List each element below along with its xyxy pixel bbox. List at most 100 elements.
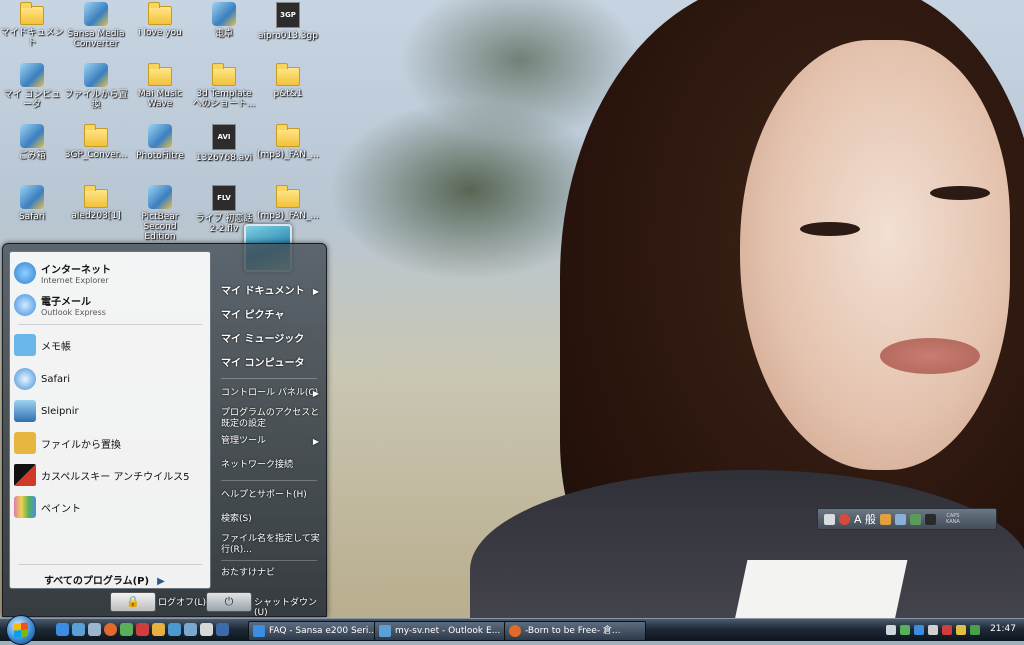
desktop-icon[interactable]: AVI 1326768.avi xyxy=(192,124,256,182)
tools-icon[interactable] xyxy=(895,513,907,525)
ime-icon[interactable] xyxy=(839,513,850,525)
start-link-control-panel[interactable]: コントロール パネル(C) ▶ xyxy=(221,388,321,399)
desktop-icon[interactable]: (mp3)_FAN_... xyxy=(256,124,320,182)
tray-antivirus-icon[interactable] xyxy=(942,625,952,635)
start-link-my-music[interactable]: マイ ミュージック xyxy=(221,334,321,345)
start-link-recommended[interactable]: おたすけナビ xyxy=(221,568,321,579)
start-link-my-computer[interactable]: マイ コンピュータ xyxy=(221,358,321,369)
taskbar-button-faq[interactable]: FAQ - Sansa e200 Seri... xyxy=(248,621,388,641)
desktop-icon-label: ファイルから置換 xyxy=(64,90,128,110)
quicklaunch-desktop-icon[interactable] xyxy=(88,623,101,636)
file-type-badge: FLV xyxy=(217,194,231,202)
keyboard-icon[interactable] xyxy=(824,513,835,525)
start-link-run[interactable]: ファイル名を指定して実行(R)... xyxy=(221,534,321,556)
start-item-title: メモ帳 xyxy=(41,341,71,353)
start-link-label: ファイル名を指定して実行(R)... xyxy=(221,534,320,555)
start-link-my-pictures[interactable]: マイ ピクチャ xyxy=(221,310,321,321)
start-link-my-documents[interactable]: マイ ドキュメント ▶ xyxy=(221,286,321,297)
input-mode-label[interactable]: A 般 xyxy=(854,511,876,527)
ime-language-bar[interactable]: A 般 CAPS KANA xyxy=(817,508,997,530)
start-item-notepad[interactable]: メモ帳 xyxy=(14,330,204,360)
tray-app-icon[interactable] xyxy=(914,625,924,635)
task-label: FAQ - Sansa e200 Seri... xyxy=(269,626,378,636)
desktop-icon[interactable]: 3d Template へのショート... xyxy=(192,63,256,121)
start-item-safari[interactable]: Safari xyxy=(14,364,204,394)
desktop-icon[interactable]: aled203[1] xyxy=(64,185,128,243)
wallpaper-lips xyxy=(880,338,980,374)
quicklaunch-app-icon[interactable] xyxy=(216,623,229,636)
all-programs-button[interactable]: すべてのプログラム(P) ▶ xyxy=(44,572,165,587)
start-link-admin-tools[interactable]: 管理ツール ▶ xyxy=(221,436,321,447)
start-item-kaspersky[interactable]: カスペルスキー アンチウイルス5 xyxy=(14,460,204,490)
desktop-icon[interactable]: マイ コンピュータ xyxy=(0,63,64,121)
tray-app-icon[interactable] xyxy=(900,625,910,635)
desktop-icon[interactable]: p&t&1 xyxy=(256,63,320,121)
desktop-icon[interactable]: PhotoFiltre xyxy=(128,124,192,182)
desktop-icon[interactable]: マイドキュメント xyxy=(0,2,64,60)
tray-network-icon[interactable] xyxy=(928,625,938,635)
quicklaunch-app-icon[interactable] xyxy=(168,623,181,636)
quicklaunch-folder-icon[interactable] xyxy=(152,623,165,636)
start-item-subtitle: Outlook Express xyxy=(41,308,106,317)
start-link-search[interactable]: 検索(S) xyxy=(221,514,321,525)
taskbar-button-outlook[interactable]: my-sv.net - Outlook E... xyxy=(374,621,518,641)
desktop-icon[interactable]: Mai Music Wave xyxy=(128,63,192,121)
start-link-program-access[interactable]: プログラムのアクセスと既定の設定 xyxy=(221,408,321,430)
quicklaunch-app-icon[interactable] xyxy=(200,623,213,636)
application-icon xyxy=(148,124,172,148)
quicklaunch-app-icon[interactable] xyxy=(184,623,197,636)
start-item-title: ペイント xyxy=(41,503,81,515)
application-icon xyxy=(148,185,172,209)
power-icon: ⏻ xyxy=(224,595,234,608)
start-link-label: マイ コンピュータ xyxy=(221,358,305,369)
shutdown-button[interactable]: ⏻ xyxy=(206,592,252,612)
desktop-icon[interactable]: 電卓 xyxy=(192,2,256,60)
quicklaunch-firefox-icon[interactable] xyxy=(104,623,117,636)
dictionary-icon[interactable] xyxy=(880,513,892,525)
desktop-icon-label: i love you xyxy=(138,28,182,38)
desktop-icon[interactable]: Sansa Media Converter xyxy=(64,2,128,60)
desktop-icon-label: (mp3)_FAN_... xyxy=(256,150,320,160)
taskbar-clock[interactable]: 21:47 xyxy=(990,624,1016,634)
desktop-icon-label: p&t&1 xyxy=(273,89,303,99)
wallpaper-eye xyxy=(800,222,860,236)
desktop-icon[interactable]: 3GP aipro013.3gp xyxy=(256,2,320,60)
start-item-paint[interactable]: ペイント xyxy=(14,492,204,522)
application-icon xyxy=(20,185,44,209)
desktop-icon[interactable]: Safari xyxy=(0,185,64,243)
desktop-icon-label: ごみ箱 xyxy=(18,151,46,161)
quicklaunch-outlook-icon[interactable] xyxy=(72,623,85,636)
desktop-icon[interactable]: 3GP_Conver... xyxy=(64,124,128,182)
desktop-icon-label: 3d Template へのショート... xyxy=(192,89,256,109)
desktop-icon-label: マイドキュメント xyxy=(0,28,64,48)
start-item-title: カスペルスキー アンチウイルス5 xyxy=(41,471,190,483)
logoff-label: ログオフ(L) xyxy=(158,598,207,608)
desktop-icon[interactable]: PictBear Second Edition xyxy=(128,185,192,243)
taskbar-button-browser[interactable]: -Born to be Free- 倉... xyxy=(504,621,646,641)
start-item-sleipnir[interactable]: Sleipnir xyxy=(14,396,204,426)
quicklaunch-app-icon[interactable] xyxy=(136,623,149,636)
pad-icon[interactable] xyxy=(910,513,922,525)
start-item-internet[interactable]: インターネット Internet Explorer xyxy=(14,258,204,288)
help-icon[interactable] xyxy=(925,513,937,525)
tray-app-icon[interactable] xyxy=(956,625,966,635)
start-button[interactable] xyxy=(6,615,36,645)
quicklaunch-ie-icon[interactable] xyxy=(56,623,69,636)
firefox-icon xyxy=(509,625,521,637)
desktop-icon[interactable]: i love you xyxy=(128,2,192,60)
logoff-button[interactable]: 🔒 xyxy=(110,592,156,612)
system-tray: 21:47 xyxy=(884,621,1022,639)
start-item-file-replace[interactable]: ファイルから置換 xyxy=(14,428,204,458)
start-item-email[interactable]: 電子メール Outlook Express xyxy=(14,290,204,320)
start-link-help[interactable]: ヘルプとサポート(H) xyxy=(221,490,321,501)
tray-app-icon[interactable] xyxy=(970,625,980,635)
start-link-network[interactable]: ネットワーク接続 xyxy=(221,460,321,471)
tray-arrow-icon[interactable] xyxy=(886,625,896,635)
desktop-icon[interactable]: ファイルから置換 xyxy=(64,63,128,121)
windows-logo-icon xyxy=(14,622,28,638)
desktop-icon[interactable]: ごみ箱 xyxy=(0,124,64,182)
folder-icon xyxy=(276,185,300,208)
start-link-label: マイ ミュージック xyxy=(221,334,305,345)
desktop-icon-label: 3GP_Conver... xyxy=(64,150,128,160)
quicklaunch-app-icon[interactable] xyxy=(120,623,133,636)
